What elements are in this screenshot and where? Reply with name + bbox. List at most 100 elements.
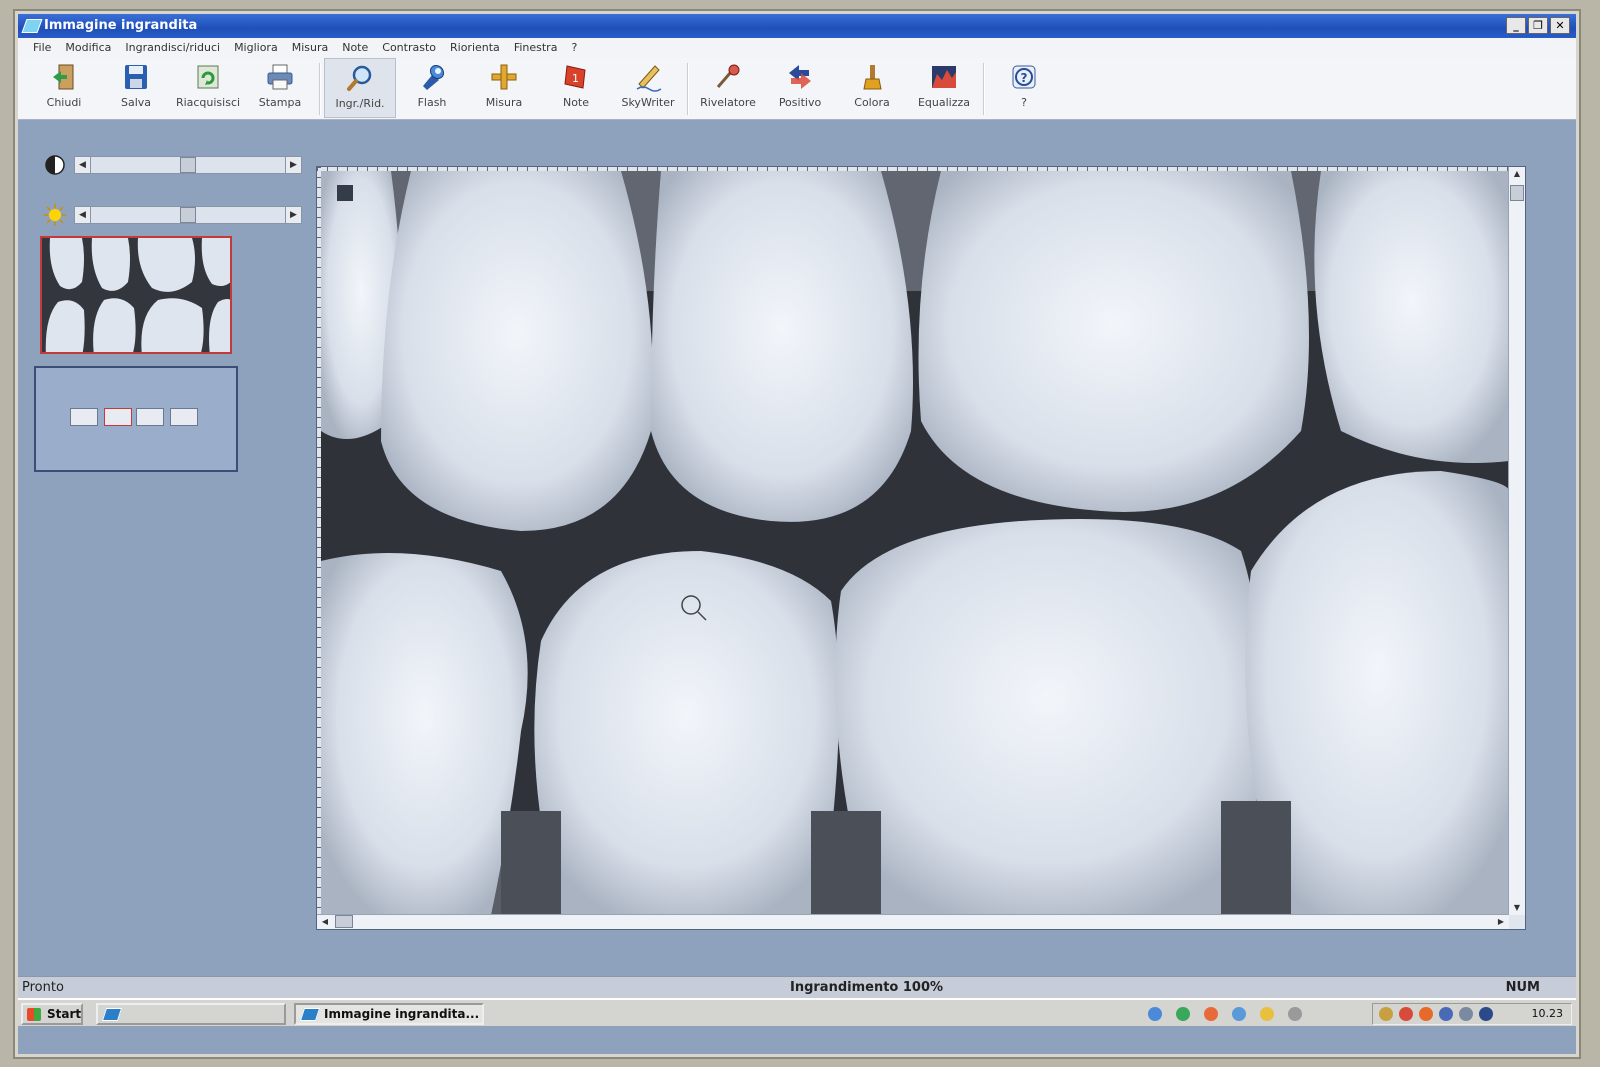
window-title: Immagine ingrandita [44,18,198,33]
help-button[interactable]: ? ? [988,58,1060,118]
menu-migliora[interactable]: Migliora [227,38,285,58]
misura-button[interactable]: Misura [468,58,540,118]
xray-image[interactable] [321,171,1509,915]
image-strip-panel [34,366,238,472]
brightness-slider[interactable]: ◀ ▶ [74,206,302,224]
tray-icon[interactable] [1419,1007,1433,1021]
positivo-button[interactable]: Positivo [764,58,836,118]
task-app-button[interactable] [96,1003,286,1025]
status-text: Pronto [22,980,64,995]
ingr-rid-button[interactable]: Ingr./Rid. [324,58,396,118]
task-immagine-button[interactable]: Immagine ingrandita... [294,1003,484,1025]
clock: 10.23 [1531,1007,1564,1020]
note-button[interactable]: 1 Note [540,58,612,118]
toolbar: Chiudi Salva Riacquisisci Stampa Ingr./R… [18,58,1576,120]
menu-finestra[interactable]: Finestra [507,38,565,58]
equalizza-button[interactable]: Equalizza [908,58,980,118]
view-mode-badge[interactable] [337,185,353,201]
vertical-scroll-thumb[interactable] [1510,185,1524,201]
reacquire-icon [197,65,219,89]
tray-icon[interactable] [1379,1007,1393,1021]
close-button[interactable]: ✕ [1550,17,1570,34]
minimize-button[interactable]: _ [1506,17,1526,34]
quicklaunch-icon[interactable] [1204,1007,1218,1021]
quicklaunch-icon[interactable] [1260,1007,1274,1021]
contrast-slider-left-arrow[interactable]: ◀ [75,157,91,173]
menu-bar: File Modifica Ingrandisci/riduci Miglior… [18,38,1576,58]
riacquisisci-label: Riacquisisci [175,96,241,109]
tray-icon[interactable] [1479,1007,1493,1021]
quicklaunch-icon[interactable] [1176,1007,1190,1021]
windows-flag-icon [27,1008,41,1021]
chiudi-button[interactable]: Chiudi [28,58,100,118]
strip-thumbnail[interactable] [70,408,98,426]
quicklaunch-icon[interactable] [1288,1007,1302,1021]
note-tag-icon: 1 [564,65,586,89]
menu-file[interactable]: File [26,38,58,58]
start-button[interactable]: Start [21,1003,83,1025]
scroll-left-arrow[interactable]: ◀ [317,915,333,929]
toolbar-separator [319,63,321,115]
toolbar-separator [687,63,689,115]
stampa-button[interactable]: Stampa [244,58,316,118]
exit-door-icon [53,64,74,90]
ruler-top [317,167,1509,171]
skywriter-label: SkyWriter [621,96,675,109]
chiudi-label: Chiudi [46,96,82,109]
menu-contrasto[interactable]: Contrasto [375,38,443,58]
xray-teeth-graphic [321,171,1509,915]
taskbar: Start Immagine ingrandita... 10.23 [18,998,1576,1026]
salva-button[interactable]: Salva [100,58,172,118]
brightness-slider-right-arrow[interactable]: ▶ [285,207,301,223]
menu-ingrandisci[interactable]: Ingrandisci/riduci [118,38,227,58]
window-controls: _ ❐ ✕ [1506,17,1570,34]
contrast-slider-thumb[interactable] [180,157,196,173]
tray-icon[interactable] [1459,1007,1473,1021]
misura-label: Misura [485,96,523,109]
paintbrush-icon [863,65,882,90]
restore-button[interactable]: ❐ [1528,17,1548,34]
title-bar: Immagine ingrandita _ ❐ ✕ [18,14,1576,38]
app-icon [21,19,43,33]
horizontal-scroll-thumb[interactable] [335,915,353,928]
menu-riorienta[interactable]: Riorienta [443,38,507,58]
horizontal-scrollbar[interactable]: ◀ ▶ [317,914,1509,929]
quicklaunch-icon[interactable] [1148,1007,1162,1021]
vertical-scrollbar[interactable]: ▲ ▼ [1508,167,1525,915]
menu-modifica[interactable]: Modifica [58,38,118,58]
strip-thumbnail[interactable] [136,408,164,426]
strip-thumbnail-selected[interactable] [104,408,132,426]
scroll-down-arrow[interactable]: ▼ [1509,901,1525,915]
brightness-slider-left-arrow[interactable]: ◀ [75,207,91,223]
tray-icon[interactable] [1399,1007,1413,1021]
contrast-slider[interactable]: ◀ ▶ [74,156,302,174]
menu-help[interactable]: ? [564,38,584,58]
rivelatore-button[interactable]: Rivelatore [692,58,764,118]
flash-label: Flash [417,96,447,109]
skywriter-button[interactable]: SkyWriter [612,58,684,118]
strip-thumbnail[interactable] [170,408,198,426]
ruler-measure-icon [491,64,517,90]
scroll-up-arrow[interactable]: ▲ [1509,167,1525,181]
toolbar-separator [983,63,985,115]
riacquisisci-button[interactable]: Riacquisisci [172,58,244,118]
help-label: ? [1021,96,1027,109]
system-tray: 10.23 [1372,1003,1572,1025]
detector-icon [716,64,740,88]
menu-misura[interactable]: Misura [285,38,336,58]
flash-button[interactable]: Flash [396,58,468,118]
colora-button[interactable]: Colora [836,58,908,118]
histogram-icon [932,66,956,88]
help-icon: ? [1012,65,1036,89]
quicklaunch-icon[interactable] [1232,1007,1246,1021]
image-viewer: ▲ ▼ ◀ ▶ [316,166,1526,930]
ruler-left [317,167,321,915]
tray-icon[interactable] [1439,1007,1453,1021]
contrast-slider-right-arrow[interactable]: ▶ [285,157,301,173]
menu-note[interactable]: Note [335,38,375,58]
xray-thumbnail[interactable] [40,236,232,354]
sun-icon [44,204,66,226]
scroll-right-arrow[interactable]: ▶ [1493,915,1509,929]
brightness-slider-thumb[interactable] [180,207,196,223]
task-immagine-label: Immagine ingrandita... [324,1007,480,1021]
